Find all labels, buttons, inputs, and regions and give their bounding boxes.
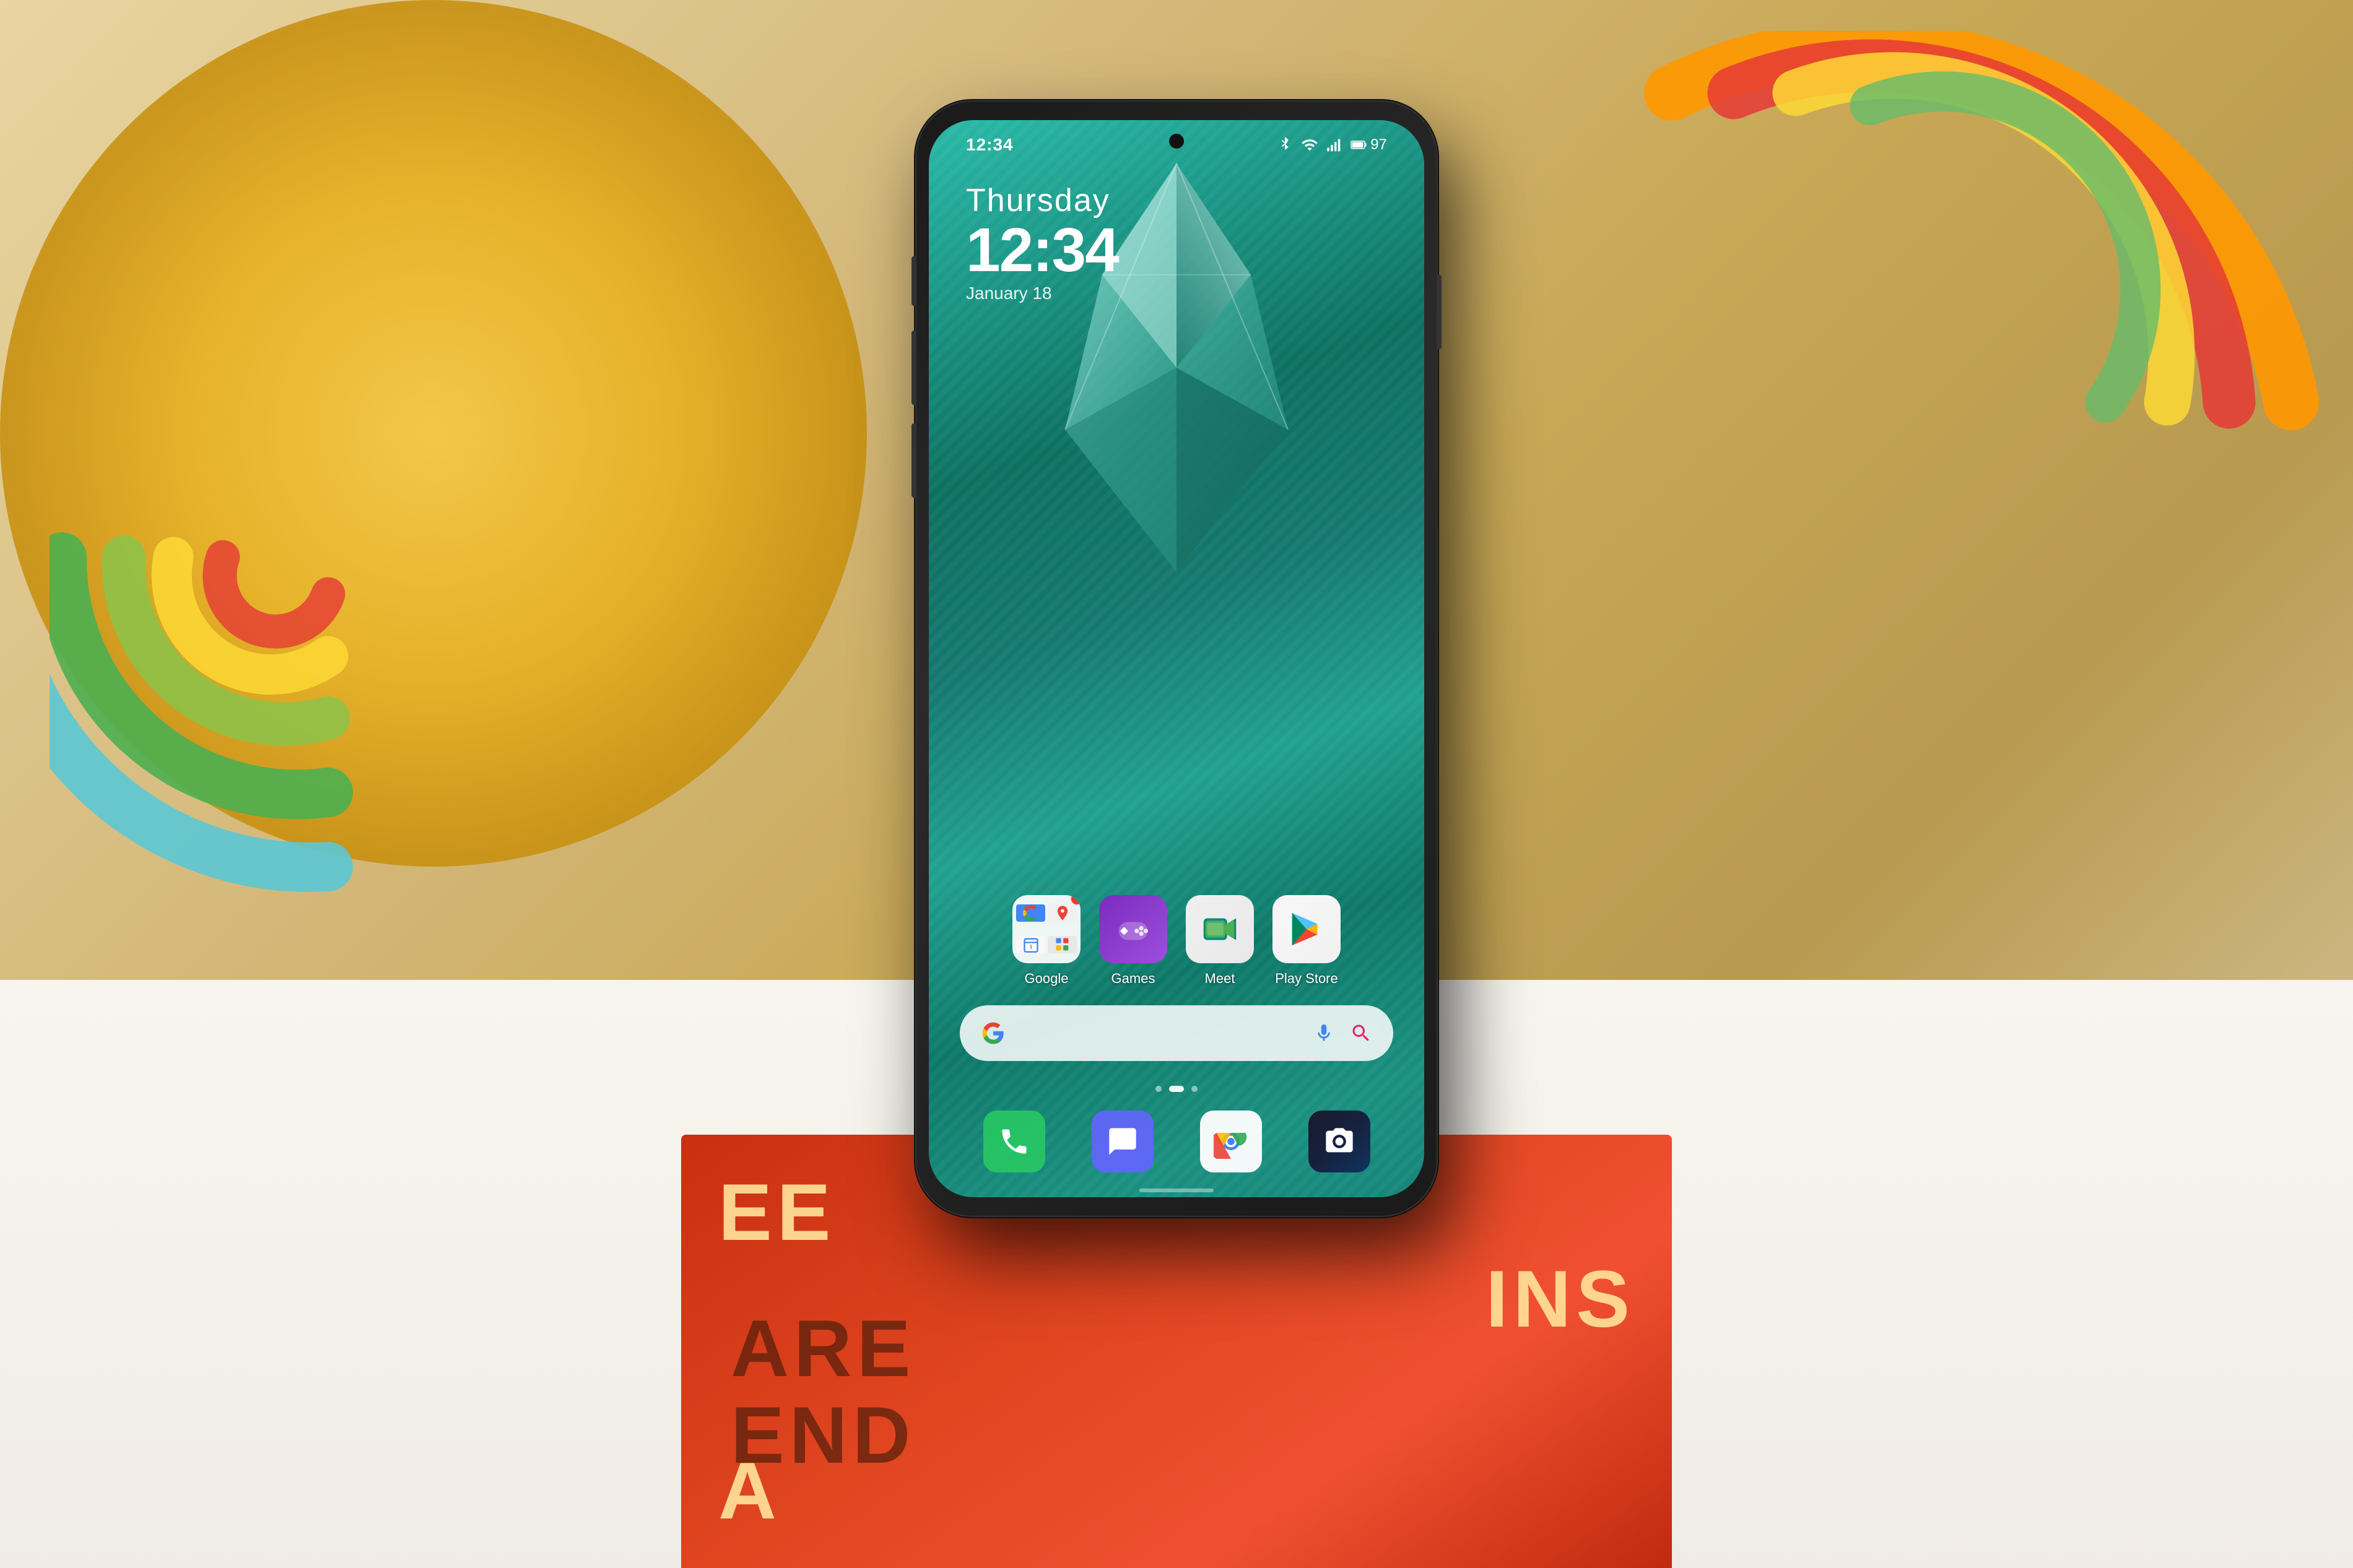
camera-notch	[1169, 134, 1184, 149]
status-time: 12:34	[966, 135, 1014, 155]
phone: 12:34	[916, 102, 1437, 1216]
chrome-icon	[1214, 1124, 1248, 1159]
notification-dot	[1070, 895, 1081, 906]
messages-dock-app[interactable]	[1092, 1111, 1154, 1172]
chrome-dock-app[interactable]	[1200, 1111, 1262, 1172]
meet-app[interactable]: Meet	[1186, 895, 1254, 987]
camera-dock-app[interactable]	[1308, 1111, 1370, 1172]
search-bar[interactable]	[960, 1005, 1393, 1061]
clock-day: Thursday	[966, 182, 1118, 219]
left-arcs	[50, 186, 607, 929]
bottom-dock	[960, 1104, 1393, 1179]
meet-svg	[1198, 907, 1242, 951]
phone-dock-app[interactable]	[983, 1111, 1045, 1172]
games-svg	[1111, 907, 1155, 951]
svg-text:1: 1	[1029, 944, 1032, 950]
app-grid: 1 Google	[929, 895, 1424, 987]
bluetooth-icon	[1276, 136, 1294, 154]
book-text-1: EE	[718, 1172, 835, 1252]
clock-date: January 18	[966, 284, 1118, 303]
power-button[interactable]	[1437, 275, 1442, 349]
google-label: Google	[1025, 971, 1069, 987]
wifi-icon	[1301, 136, 1318, 154]
lens-search-button[interactable]	[1347, 1020, 1375, 1047]
phone-screen: 12:34	[929, 120, 1424, 1197]
google-app[interactable]: 1 Google	[1012, 895, 1081, 987]
volume-down-button[interactable]	[911, 423, 916, 498]
right-arcs	[1610, 31, 2353, 712]
google-folder-icon[interactable]: 1	[1012, 895, 1081, 963]
phone-icon	[998, 1125, 1030, 1158]
games-label: Games	[1111, 971, 1155, 987]
playstore-label: Play Store	[1275, 971, 1338, 987]
alert-slider[interactable]	[911, 256, 916, 306]
page-dot-2[interactable]	[1169, 1086, 1184, 1092]
status-icons: 97	[1276, 136, 1387, 154]
playstore-svg	[1285, 907, 1328, 951]
book-text-2: ins	[1485, 1258, 1635, 1339]
page-dot-1[interactable]	[1155, 1086, 1162, 1092]
google-logo	[978, 1018, 1008, 1048]
page-dot-3[interactable]	[1191, 1086, 1198, 1092]
games-app[interactable]: Games	[1099, 895, 1167, 987]
signal-icon	[1326, 136, 1343, 154]
meet-icon[interactable]	[1186, 895, 1254, 963]
battery-icon: 97	[1350, 136, 1387, 154]
battery-percent: 97	[1370, 136, 1387, 154]
volume-up-button[interactable]	[911, 331, 916, 405]
playstore-app[interactable]: Play Store	[1272, 895, 1341, 987]
messages-icon	[1107, 1125, 1139, 1158]
book-text-3: ARE	[731, 1308, 915, 1388]
games-icon[interactable]	[1099, 895, 1167, 963]
meet-label: Meet	[1205, 971, 1235, 987]
phone-body: 12:34	[916, 102, 1437, 1216]
home-indicator[interactable]	[1139, 1189, 1214, 1192]
book-text-5: A	[718, 1450, 781, 1531]
page-dots	[929, 1086, 1424, 1092]
clock-time: 12:34	[966, 219, 1118, 281]
clock-widget: Thursday 12:34 January 18	[966, 182, 1118, 303]
voice-search-button[interactable]	[1310, 1020, 1337, 1047]
playstore-icon[interactable]	[1272, 895, 1341, 963]
camera-icon	[1323, 1125, 1355, 1158]
